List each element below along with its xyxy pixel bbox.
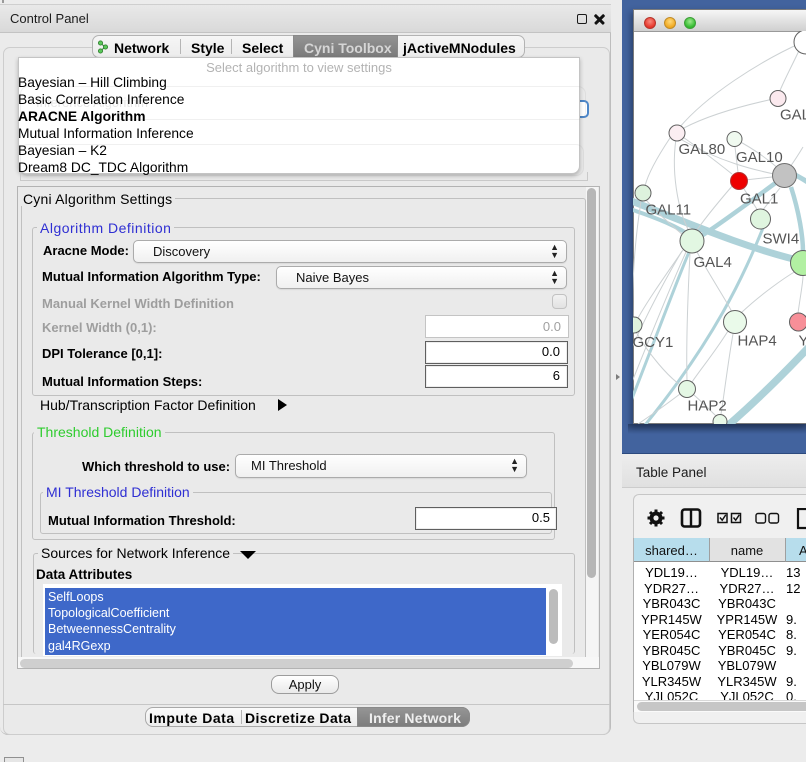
svg-text:GAL4: GAL4 — [694, 254, 732, 271]
svg-text:HAP2: HAP2 — [688, 398, 727, 415]
svg-text:SWI4: SWI4 — [763, 231, 800, 248]
svg-text:GAL7: GAL7 — [780, 107, 806, 124]
svg-text:HAP4: HAP4 — [738, 333, 777, 350]
svg-text:GAL80: GAL80 — [679, 141, 726, 158]
svg-text:Y: Y — [799, 333, 806, 350]
svg-text:GCY1: GCY1 — [633, 334, 673, 351]
svg-text:GAL11: GAL11 — [646, 202, 692, 219]
svg-text:GAL10: GAL10 — [736, 149, 783, 166]
svg-text:GAL1: GAL1 — [740, 191, 778, 208]
